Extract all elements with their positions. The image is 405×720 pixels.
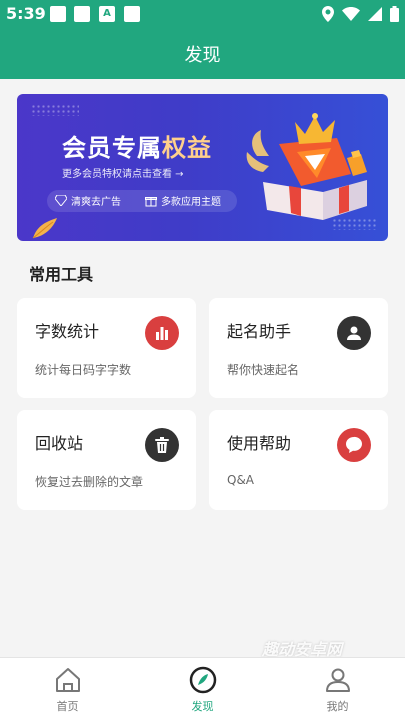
notification-icon <box>74 6 90 22</box>
banner-title-main: 会员专属 <box>62 134 162 162</box>
bottom-nav: 首页 发现 我的 <box>0 657 405 720</box>
nav-item-discover[interactable]: 发现 <box>135 658 270 720</box>
perk-themes: 多款应用主题 <box>161 197 221 208</box>
leaf-decor-icon <box>32 218 57 239</box>
tool-title: 起名助手 <box>227 322 292 341</box>
nav-label: 发现 <box>191 700 214 713</box>
wifi-icon <box>342 7 360 21</box>
gift-box-crown-icon <box>246 113 367 220</box>
section-title: 常用工具 <box>29 265 94 284</box>
home-icon <box>56 668 80 692</box>
status-bar: 5:39 A <box>0 0 405 30</box>
nav-item-mine[interactable]: 我的 <box>270 658 405 720</box>
user-icon <box>326 668 350 692</box>
tool-card-help[interactable]: 使用帮助 Q&A <box>209 410 388 510</box>
diamond-icon <box>55 195 67 206</box>
perk-no-ads: 清爽去广告 <box>71 197 121 208</box>
location-icon <box>322 6 334 22</box>
tool-card-word-count[interactable]: 字数统计 统计每日码字字数 <box>17 298 196 398</box>
banner-subtitle: 更多会员特权请点击查看 → <box>62 169 184 180</box>
nav-label: 首页 <box>56 700 79 713</box>
nav-item-home[interactable]: 首页 <box>0 658 135 720</box>
tool-title: 字数统计 <box>35 322 100 341</box>
tool-title: 回收站 <box>35 434 84 453</box>
tool-desc: 帮你快速起名 <box>227 363 300 377</box>
banner-title: 会员专属权益 <box>62 128 212 163</box>
bar-chart-icon <box>145 316 179 350</box>
signal-icon <box>368 7 382 21</box>
help-bubble-icon <box>337 428 371 462</box>
banner-perks: 清爽去广告 多款应用主题 <box>47 190 237 212</box>
trash-icon <box>145 428 179 462</box>
decor-dots <box>31 104 79 116</box>
vip-banner[interactable]: 会员专属权益 更多会员特权请点击查看 → 清爽去广告 多款应用主题 <box>17 94 388 241</box>
compass-icon <box>189 666 217 694</box>
tool-title: 使用帮助 <box>227 434 292 453</box>
notification-icon <box>50 6 66 22</box>
person-icon <box>337 316 371 350</box>
nav-label: 我的 <box>326 700 349 713</box>
header-bar: 5:39 A 发现 <box>0 0 405 79</box>
tool-card-name-helper[interactable]: 起名助手 帮你快速起名 <box>209 298 388 398</box>
tool-desc: 统计每日码字字数 <box>35 363 132 377</box>
banner-title-highlight: 权益 <box>162 134 212 162</box>
status-icons <box>322 6 399 22</box>
a-notification-icon: A <box>99 6 115 22</box>
notification-icon <box>124 6 140 22</box>
tool-desc: 恢复过去删除的文章 <box>35 475 144 489</box>
battery-icon <box>390 6 399 22</box>
tool-desc: Q&A <box>227 473 255 487</box>
status-time: 5:39 <box>6 4 46 23</box>
gift-small-icon <box>145 197 157 207</box>
tool-card-recycle-bin[interactable]: 回收站 恢复过去删除的文章 <box>17 410 196 510</box>
page-title: 发现 <box>184 45 221 66</box>
